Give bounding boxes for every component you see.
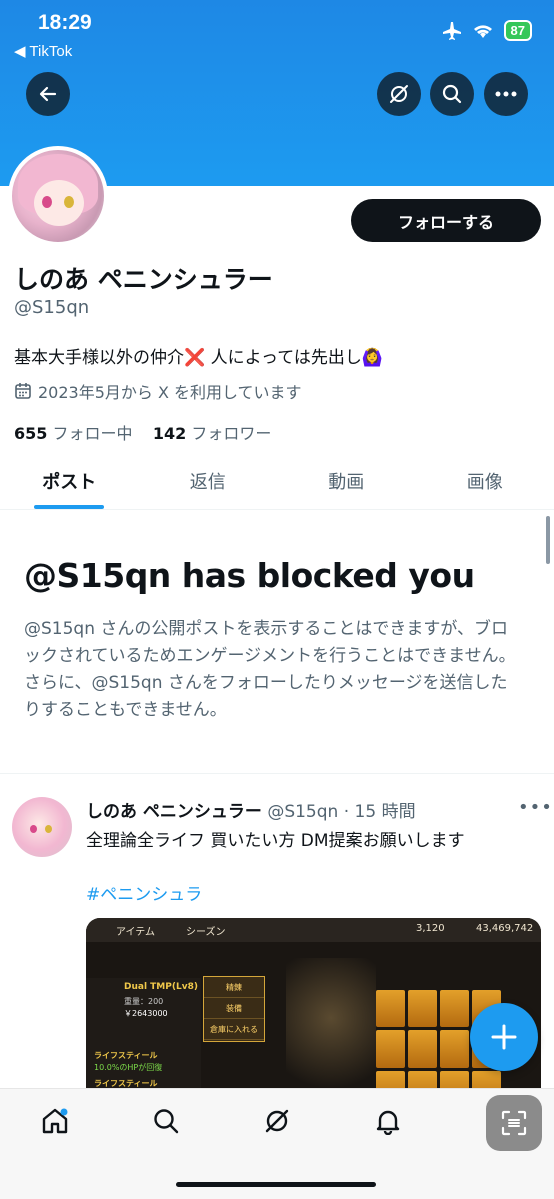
grok-icon [265, 1109, 289, 1133]
nav-grok[interactable] [259, 1103, 295, 1139]
home-icon [42, 1108, 68, 1134]
post-avatar[interactable] [12, 797, 72, 857]
arrow-left-icon [39, 86, 57, 102]
scrollbar[interactable] [546, 516, 550, 564]
plus-icon [491, 1024, 517, 1050]
scan-icon [501, 1110, 527, 1136]
post-meta: @S15qn · 15 時間 [267, 802, 416, 822]
profile-tabs: ポスト 返信 動画 画像 [0, 455, 554, 510]
back-button[interactable] [26, 72, 70, 116]
status-icons: 87 [442, 20, 532, 41]
search-button[interactable] [430, 72, 474, 116]
grok-icon [390, 85, 408, 103]
battery-indicator: 87 [503, 20, 532, 41]
game-menu: 精錬 装備 倉庫に入れる [203, 976, 265, 1042]
game-topbar: アイテム シーズン 3,120 43,469,742 [86, 918, 541, 942]
more-options-button[interactable] [484, 72, 528, 116]
followers-label: フォロワー [191, 424, 272, 443]
display-name: しのあ ペニンシュラー [14, 265, 273, 294]
scan-button[interactable] [486, 1095, 542, 1151]
following-label: フォロー中 [52, 424, 133, 443]
grok-button[interactable] [377, 72, 421, 116]
divider [0, 773, 554, 774]
blocked-message: @S15qn さんの公開ポストを表示することはできますが、ブロックされているため… [24, 619, 516, 720]
game-item-name: Dual TMP(Lv8) [124, 982, 198, 992]
more-icon [495, 91, 517, 97]
tab-label: ポスト [42, 472, 97, 493]
profile-avatar[interactable] [8, 146, 108, 246]
game-menu-item: 精錬 [204, 977, 264, 998]
game-character [286, 958, 376, 1108]
game-season: シーズン [186, 927, 226, 938]
followers-count: 142 [152, 424, 187, 443]
following-link[interactable]: 655 フォロー中 [14, 424, 133, 443]
game-pct: 10.0%のHPが回復 [94, 1063, 163, 1072]
blocked-title: @S15qn has blocked you [24, 556, 475, 595]
game-menu-item: 倉庫に入れる [204, 1019, 264, 1040]
tab-replies[interactable]: 返信 [139, 455, 278, 509]
search-icon [442, 84, 462, 104]
joined-text: 2023年5月から X を利用しています [38, 383, 302, 402]
nav-notifications[interactable] [370, 1103, 406, 1139]
back-to-tiktok-link[interactable]: ◀ TikTok [14, 42, 72, 60]
tab-label: 返信 [189, 472, 226, 493]
game-item-weight: 重量：200 [124, 997, 164, 1006]
nav-search[interactable] [148, 1103, 184, 1139]
tab-label: 画像 [466, 472, 503, 493]
status-bar: 18:29 ◀ TikTok 87 [0, 0, 554, 60]
post-hashtag[interactable]: #ペニンシュラ [86, 880, 202, 905]
post-header: しのあ ペニンシュラー @S15qn · 15 時間 [86, 797, 416, 822]
post-author-name[interactable]: しのあ ペニンシュラー [86, 802, 262, 822]
joined-date: 2023年5月から X を利用しています [14, 379, 302, 403]
tab-label: 動画 [328, 472, 365, 493]
game-skill1: ライフスティール [94, 1051, 158, 1060]
following-count: 655 [14, 424, 48, 443]
post-more-button[interactable]: ••• [518, 797, 553, 818]
active-tab-indicator [34, 505, 105, 509]
followers-link[interactable]: 142 フォロワー [153, 424, 272, 443]
profile-handle: @S15qn [14, 297, 90, 318]
airplane-icon [442, 21, 461, 40]
home-indicator [176, 1182, 376, 1187]
tab-posts[interactable]: ポスト [0, 455, 139, 509]
nav-home[interactable] [37, 1103, 73, 1139]
follow-button[interactable]: フォローする [351, 199, 541, 242]
calendar-icon [15, 383, 31, 399]
follow-stats: 655 フォロー中 142 フォロワー [14, 420, 271, 444]
tab-videos[interactable]: 動画 [277, 455, 416, 509]
post-text: 全理論全ライフ 買いたい方 DM提案お願いします [86, 831, 465, 851]
compose-button[interactable] [470, 1003, 538, 1071]
search-icon [154, 1109, 179, 1134]
game-item-price: ￥2643000 [124, 1009, 168, 1018]
status-time: 18:29 [38, 11, 92, 34]
game-header-title: アイテム [116, 927, 155, 938]
wifi-icon [473, 24, 492, 38]
profile-bio: 基本大手様以外の仲介❌ 人によっては先出し🙆‍♀️ [14, 348, 384, 368]
game-menu-item: 装備 [204, 998, 264, 1019]
bell-icon [376, 1110, 400, 1135]
post-image[interactable]: アイテム シーズン 3,120 43,469,742 Dual TMP(Lv8)… [86, 918, 541, 1108]
tab-media[interactable]: 画像 [416, 455, 554, 509]
game-currency2: 43,469,742 [476, 923, 534, 934]
game-currency1: 3,120 [416, 923, 445, 934]
